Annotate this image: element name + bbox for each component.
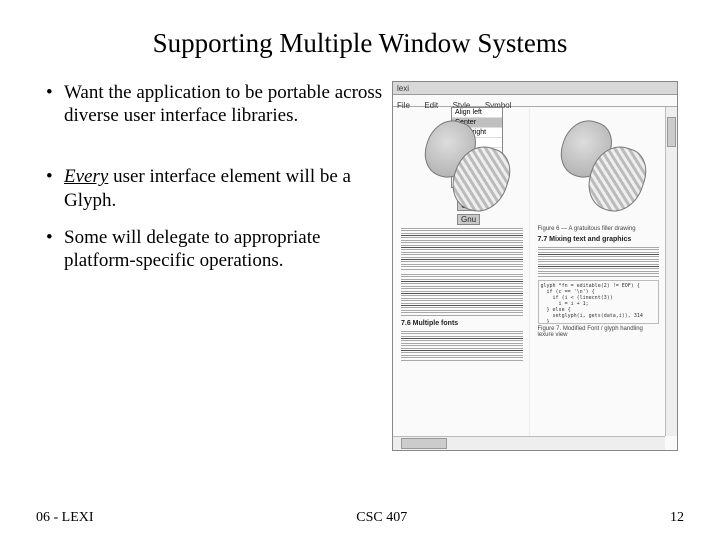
section-heading: 7.6 Multiple fonts	[401, 320, 523, 327]
bullet-item: Every user interface element will be a G…	[42, 165, 384, 211]
doc-columns: 7.6 Multiple fonts Figure 6 — A gratuito…	[393, 108, 665, 436]
slide-title: Supporting Multiple Window Systems	[36, 28, 684, 59]
figure-caption: Figure 6 — A gratuitous filler drawing	[538, 226, 660, 232]
footer-right: 12	[670, 510, 684, 526]
emphasis: Every	[64, 166, 108, 187]
body-text	[401, 274, 523, 316]
code-listing: glyph *fn = editable(2) != EOF) { if (c …	[538, 280, 660, 324]
document-preview: lexi File Edit Style Symbol Align left C…	[392, 81, 678, 451]
vertical-scrollbar[interactable]	[665, 107, 677, 436]
bullets-column: Want the application to be portable acro…	[36, 81, 384, 451]
doc-titlebar: lexi	[393, 82, 677, 95]
bullet-item: Want the application to be portable acro…	[42, 81, 384, 127]
footer-center: CSC 407	[356, 510, 407, 526]
scrollbar-thumb[interactable]	[667, 117, 676, 147]
bullet-list: Want the application to be portable acro…	[36, 81, 384, 127]
bullet-text: user interface element will be a Glyph.	[64, 166, 351, 210]
bullet-list: Every user interface element will be a G…	[36, 165, 384, 272]
slide: Supporting Multiple Window Systems Want …	[0, 0, 720, 540]
bullet-item: Some will delegate to appropriate platfo…	[42, 226, 384, 272]
footer-left: 06 - LEXI	[36, 510, 94, 526]
slide-body: Want the application to be portable acro…	[36, 81, 684, 451]
doc-col-left: 7.6 Multiple fonts	[393, 108, 530, 436]
scrollbar-thumb[interactable]	[401, 438, 447, 449]
body-text	[401, 228, 523, 270]
body-text	[401, 331, 523, 361]
doc-col-right: Figure 6 — A gratuitous filler drawing 7…	[530, 108, 666, 436]
section-heading: 7.7 Mixing text and graphics	[538, 236, 660, 243]
footer: 06 - LEXI CSC 407 12	[36, 510, 684, 526]
illustration	[542, 114, 654, 224]
horizontal-scrollbar[interactable]	[393, 436, 665, 450]
illustration	[406, 114, 518, 224]
body-text	[538, 247, 660, 277]
doc-menubar: File Edit Style Symbol	[393, 95, 677, 107]
figure-caption: Figure 7. Modified Font / glyph handling…	[538, 326, 660, 338]
